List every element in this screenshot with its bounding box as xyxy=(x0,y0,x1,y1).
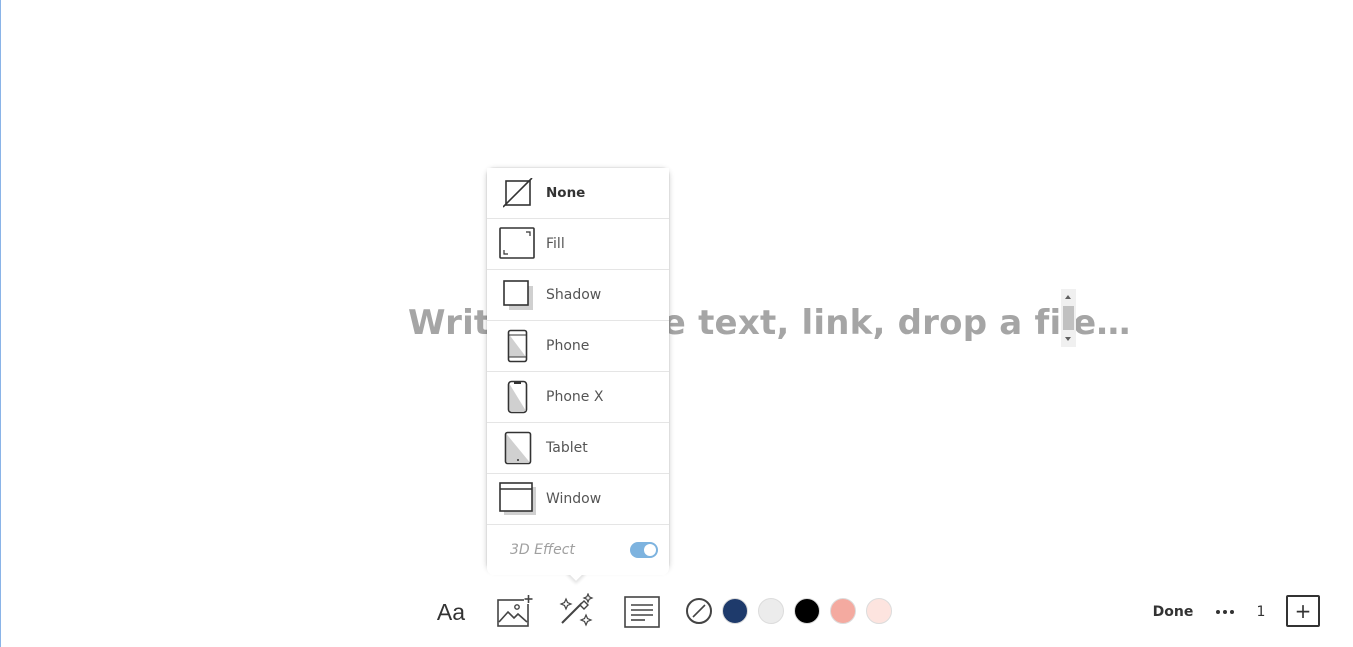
frame-option-fill[interactable]: Fill xyxy=(487,219,669,270)
frame-option-shadow[interactable]: Shadow xyxy=(487,270,669,321)
dot xyxy=(1223,610,1227,614)
swatch-navy[interactable] xyxy=(722,598,748,624)
tablet-frame-icon xyxy=(498,430,538,466)
window-frame-icon xyxy=(498,481,538,517)
card-canvas: Write or paste text, link, drop a file… … xyxy=(0,0,1353,647)
frame-option-label: Fill xyxy=(546,236,565,252)
add-image-button[interactable] xyxy=(494,593,534,629)
toggle-knob xyxy=(644,544,656,556)
frame-option-window[interactable]: Window xyxy=(487,474,669,525)
frame-option-label: Phone xyxy=(546,338,590,354)
three-d-effect-toggle[interactable] xyxy=(630,542,658,558)
done-button[interactable]: Done xyxy=(1150,598,1196,626)
text-style-button[interactable]: Aa xyxy=(430,594,472,630)
scroll-thumb[interactable] xyxy=(1063,306,1074,330)
swatch-black[interactable] xyxy=(794,598,820,624)
fill-frame-icon xyxy=(498,226,538,262)
dot xyxy=(1230,610,1234,614)
magic-wand-icon xyxy=(559,593,594,627)
phone-frame-icon xyxy=(498,328,538,364)
add-image-icon xyxy=(497,594,533,627)
phone-x-frame-icon xyxy=(498,379,538,415)
frame-option-label: None xyxy=(546,185,586,201)
swatch-light-gray[interactable] xyxy=(758,598,784,624)
frame-option-label: Phone X xyxy=(546,389,604,405)
more-options-icon[interactable] xyxy=(1210,598,1240,626)
three-d-effect-label: 3D Effect xyxy=(510,542,575,558)
frame-option-label: Window xyxy=(546,491,602,507)
text-alignment-button[interactable] xyxy=(622,594,662,630)
effects-button[interactable] xyxy=(555,592,597,630)
shadow-frame-icon xyxy=(498,277,538,313)
dot xyxy=(1216,610,1220,614)
no-frame-icon xyxy=(498,175,538,211)
scroll-up-arrow-icon[interactable] xyxy=(1065,295,1071,299)
frame-option-phone[interactable]: Phone xyxy=(487,321,669,372)
mini-scrollbar[interactable] xyxy=(1061,289,1076,347)
card-page-number: 1 xyxy=(1256,604,1266,620)
frame-option-tablet[interactable]: Tablet xyxy=(487,423,669,474)
scroll-down-arrow-icon[interactable] xyxy=(1065,337,1071,341)
frame-option-none[interactable]: None xyxy=(487,168,669,219)
frame-option-label: Tablet xyxy=(546,440,588,456)
frame-style-popover: None Fill Shadow Phone Phone X Tablet Wi… xyxy=(487,168,669,581)
no-color-icon xyxy=(692,604,706,618)
swatch-none[interactable] xyxy=(686,598,712,624)
swatch-blush[interactable] xyxy=(866,598,892,624)
text-align-icon xyxy=(624,596,660,628)
frame-option-phone-x[interactable]: Phone X xyxy=(487,372,669,423)
add-card-button[interactable]: + xyxy=(1286,595,1320,627)
swatch-salmon[interactable] xyxy=(830,598,856,624)
three-d-effect-row: 3D Effect xyxy=(487,525,669,575)
frame-option-label: Shadow xyxy=(546,287,602,303)
